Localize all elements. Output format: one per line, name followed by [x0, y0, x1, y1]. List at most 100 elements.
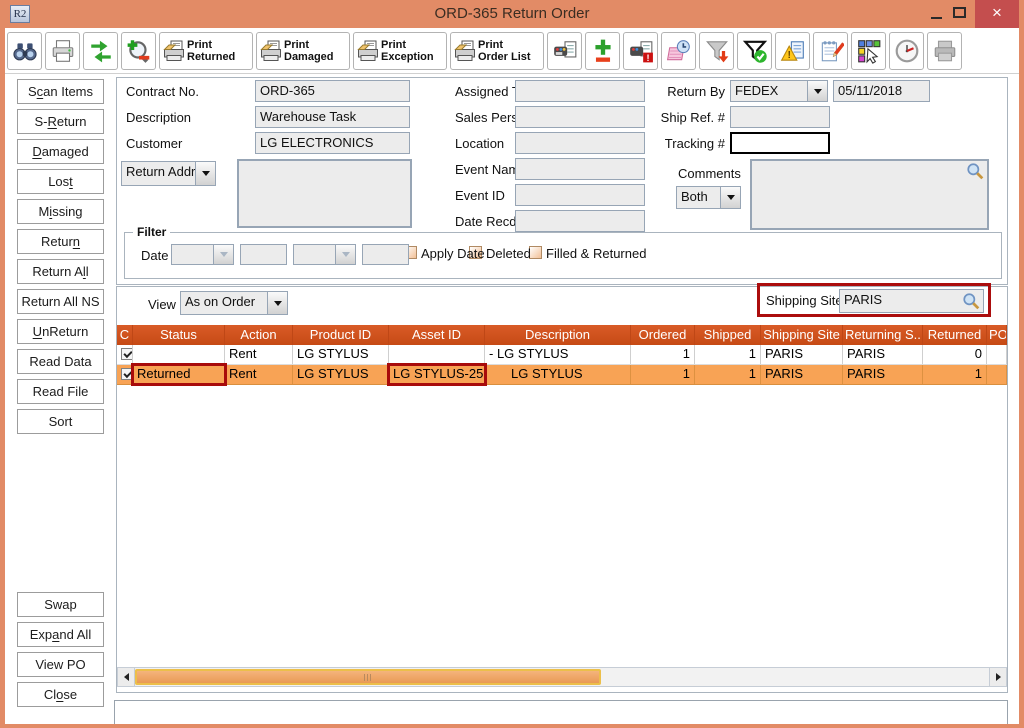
sidebar-button-return-all[interactable]: Return All	[17, 259, 104, 284]
assigned-to-field[interactable]	[515, 80, 645, 102]
horizontal-scrollbar[interactable]	[117, 667, 1007, 687]
cell-action[interactable]: Rent	[225, 365, 293, 384]
print-damaged-button[interactable]: PrintDamaged	[256, 32, 350, 70]
sidebar-button-sort[interactable]: Sort	[17, 409, 104, 434]
description-field[interactable]: Warehouse Task	[255, 106, 410, 128]
sidebar-button-view-po[interactable]: View PO	[17, 652, 104, 677]
filter-check-button[interactable]	[737, 32, 772, 70]
cell-po[interactable]	[987, 345, 1007, 364]
sidebar-button-lost[interactable]: Lost	[17, 169, 104, 194]
comments-mode-dropdown[interactable]: Both	[676, 186, 741, 209]
sidebar-button-scan-items[interactable]: Scan Items	[17, 79, 104, 104]
column-header-returned[interactable]: Returned	[923, 325, 987, 345]
cell-c[interactable]	[117, 365, 133, 384]
shipping-site-search-icon[interactable]	[962, 292, 980, 315]
table-row[interactable]: ReturnedRentLG STYLUSLG STYLUS-25LG STYL…	[117, 365, 1007, 385]
sidebar-button-missing[interactable]: Missing	[17, 199, 104, 224]
column-header-c[interactable]: C	[117, 325, 133, 345]
cell-shipping-site[interactable]: PARIS	[761, 345, 843, 364]
cell-returned[interactable]: 1	[923, 365, 987, 384]
return-addr-dropdown-arrow[interactable]	[195, 162, 215, 185]
ship-ref-field[interactable]	[730, 106, 830, 128]
sales-person-field[interactable]	[515, 106, 645, 128]
column-header-product-id[interactable]: Product ID	[293, 325, 389, 345]
sidebar-button-damaged[interactable]: Damaged	[17, 139, 104, 164]
sidebar-button-read-file[interactable]: Read File	[17, 379, 104, 404]
cell-description[interactable]: - LG STYLUS	[485, 345, 631, 364]
column-header-asset-id[interactable]: Asset ID	[389, 325, 485, 345]
zoom-in-out-button[interactable]	[121, 32, 156, 70]
equipment-alert-button[interactable]: !	[623, 32, 658, 70]
cell-description[interactable]: LG STYLUS	[485, 365, 631, 384]
print-returned-button[interactable]: PrintReturned	[159, 32, 253, 70]
cell-returning-s-[interactable]: PARIS	[843, 345, 923, 364]
cell-shipping-site[interactable]: PARIS	[761, 365, 843, 384]
color-codes-button[interactable]	[851, 32, 886, 70]
row-checkbox-checked[interactable]	[121, 348, 133, 360]
cell-returning-s-[interactable]: PARIS	[843, 365, 923, 384]
column-header-po[interactable]: PO	[987, 325, 1007, 345]
column-header-shipped[interactable]: Shipped	[695, 325, 761, 345]
cell-asset-id[interactable]: LG STYLUS-25	[389, 365, 485, 384]
filter-down-button[interactable]	[699, 32, 734, 70]
comments-mode-dropdown-arrow[interactable]	[720, 187, 740, 208]
clock-button[interactable]	[889, 32, 924, 70]
scrollbar-thumb[interactable]	[135, 669, 601, 685]
checkbox-filled-returned[interactable]	[529, 246, 542, 259]
cell-shipped[interactable]: 1	[695, 345, 761, 364]
return-by-dropdown-arrow[interactable]	[807, 81, 827, 101]
equipment-button[interactable]	[547, 32, 582, 70]
cell-action[interactable]: Rent	[225, 345, 293, 364]
row-checkbox-checked[interactable]	[121, 368, 133, 380]
comments-box[interactable]	[750, 159, 989, 230]
sidebar-button-s-return[interactable]: S-Return	[17, 109, 104, 134]
print-order-list-button[interactable]: PrintOrder List	[450, 32, 544, 70]
sidebar-button-return[interactable]: Return	[17, 229, 104, 254]
cell-status[interactable]	[133, 345, 225, 364]
table-row[interactable]: RentLG STYLUS- LG STYLUS11PARISPARIS0	[117, 345, 1007, 365]
notes-button[interactable]	[813, 32, 848, 70]
scroll-right-button[interactable]	[989, 668, 1006, 686]
scroll-left-button[interactable]	[118, 668, 135, 686]
sidebar-button-expand-all[interactable]: Expand All	[17, 622, 104, 647]
add-remove-button[interactable]	[585, 32, 620, 70]
sidebar-button-read-data[interactable]: Read Data	[17, 349, 104, 374]
minimize-button[interactable]	[928, 6, 946, 22]
column-header-action[interactable]: Action	[225, 325, 293, 345]
schedule-button[interactable]	[661, 32, 696, 70]
return-address-box[interactable]	[237, 159, 412, 228]
date-recd-field[interactable]	[515, 210, 645, 232]
column-header-status[interactable]: Status	[133, 325, 225, 345]
view-dropdown-arrow[interactable]	[267, 292, 287, 314]
return-addr-dropdown[interactable]: Return Addr...	[121, 161, 216, 186]
return-by-dropdown[interactable]: FEDEX	[730, 80, 828, 102]
close-window-button[interactable]: ×	[975, 0, 1019, 28]
cell-asset-id[interactable]	[389, 345, 485, 364]
view-dropdown[interactable]: As on Order	[180, 291, 288, 315]
event-id-field[interactable]	[515, 184, 645, 206]
cell-product-id[interactable]: LG STYLUS	[293, 365, 389, 384]
return-date-field[interactable]: 05/11/2018	[833, 80, 930, 102]
cell-returned[interactable]: 0	[923, 345, 987, 364]
tracking-field[interactable]	[730, 132, 830, 154]
contract-no-field[interactable]: ORD-365	[255, 80, 410, 102]
print-button[interactable]	[45, 32, 80, 70]
cell-status[interactable]: Returned	[133, 365, 225, 384]
cell-ordered[interactable]: 1	[631, 365, 695, 384]
sidebar-button-close[interactable]: Close	[17, 682, 104, 707]
print-exception-button[interactable]: PrintException	[353, 32, 447, 70]
binoculars-button[interactable]	[7, 32, 42, 70]
cell-ordered[interactable]: 1	[631, 345, 695, 364]
cell-c[interactable]	[117, 345, 133, 364]
sidebar-button-swap[interactable]: Swap	[17, 592, 104, 617]
column-header-description[interactable]: Description	[485, 325, 631, 345]
maximize-button[interactable]	[953, 7, 966, 18]
comments-search-icon[interactable]	[966, 162, 984, 185]
cell-po[interactable]	[987, 365, 1007, 384]
sidebar-button-unreturn[interactable]: UnReturn	[17, 319, 104, 344]
column-header-returning-s-[interactable]: Returning S...	[843, 325, 923, 345]
exception-report-button[interactable]: !	[775, 32, 810, 70]
event-name-field[interactable]	[515, 158, 645, 180]
refresh-button[interactable]	[83, 32, 118, 70]
column-header-ordered[interactable]: Ordered	[631, 325, 695, 345]
